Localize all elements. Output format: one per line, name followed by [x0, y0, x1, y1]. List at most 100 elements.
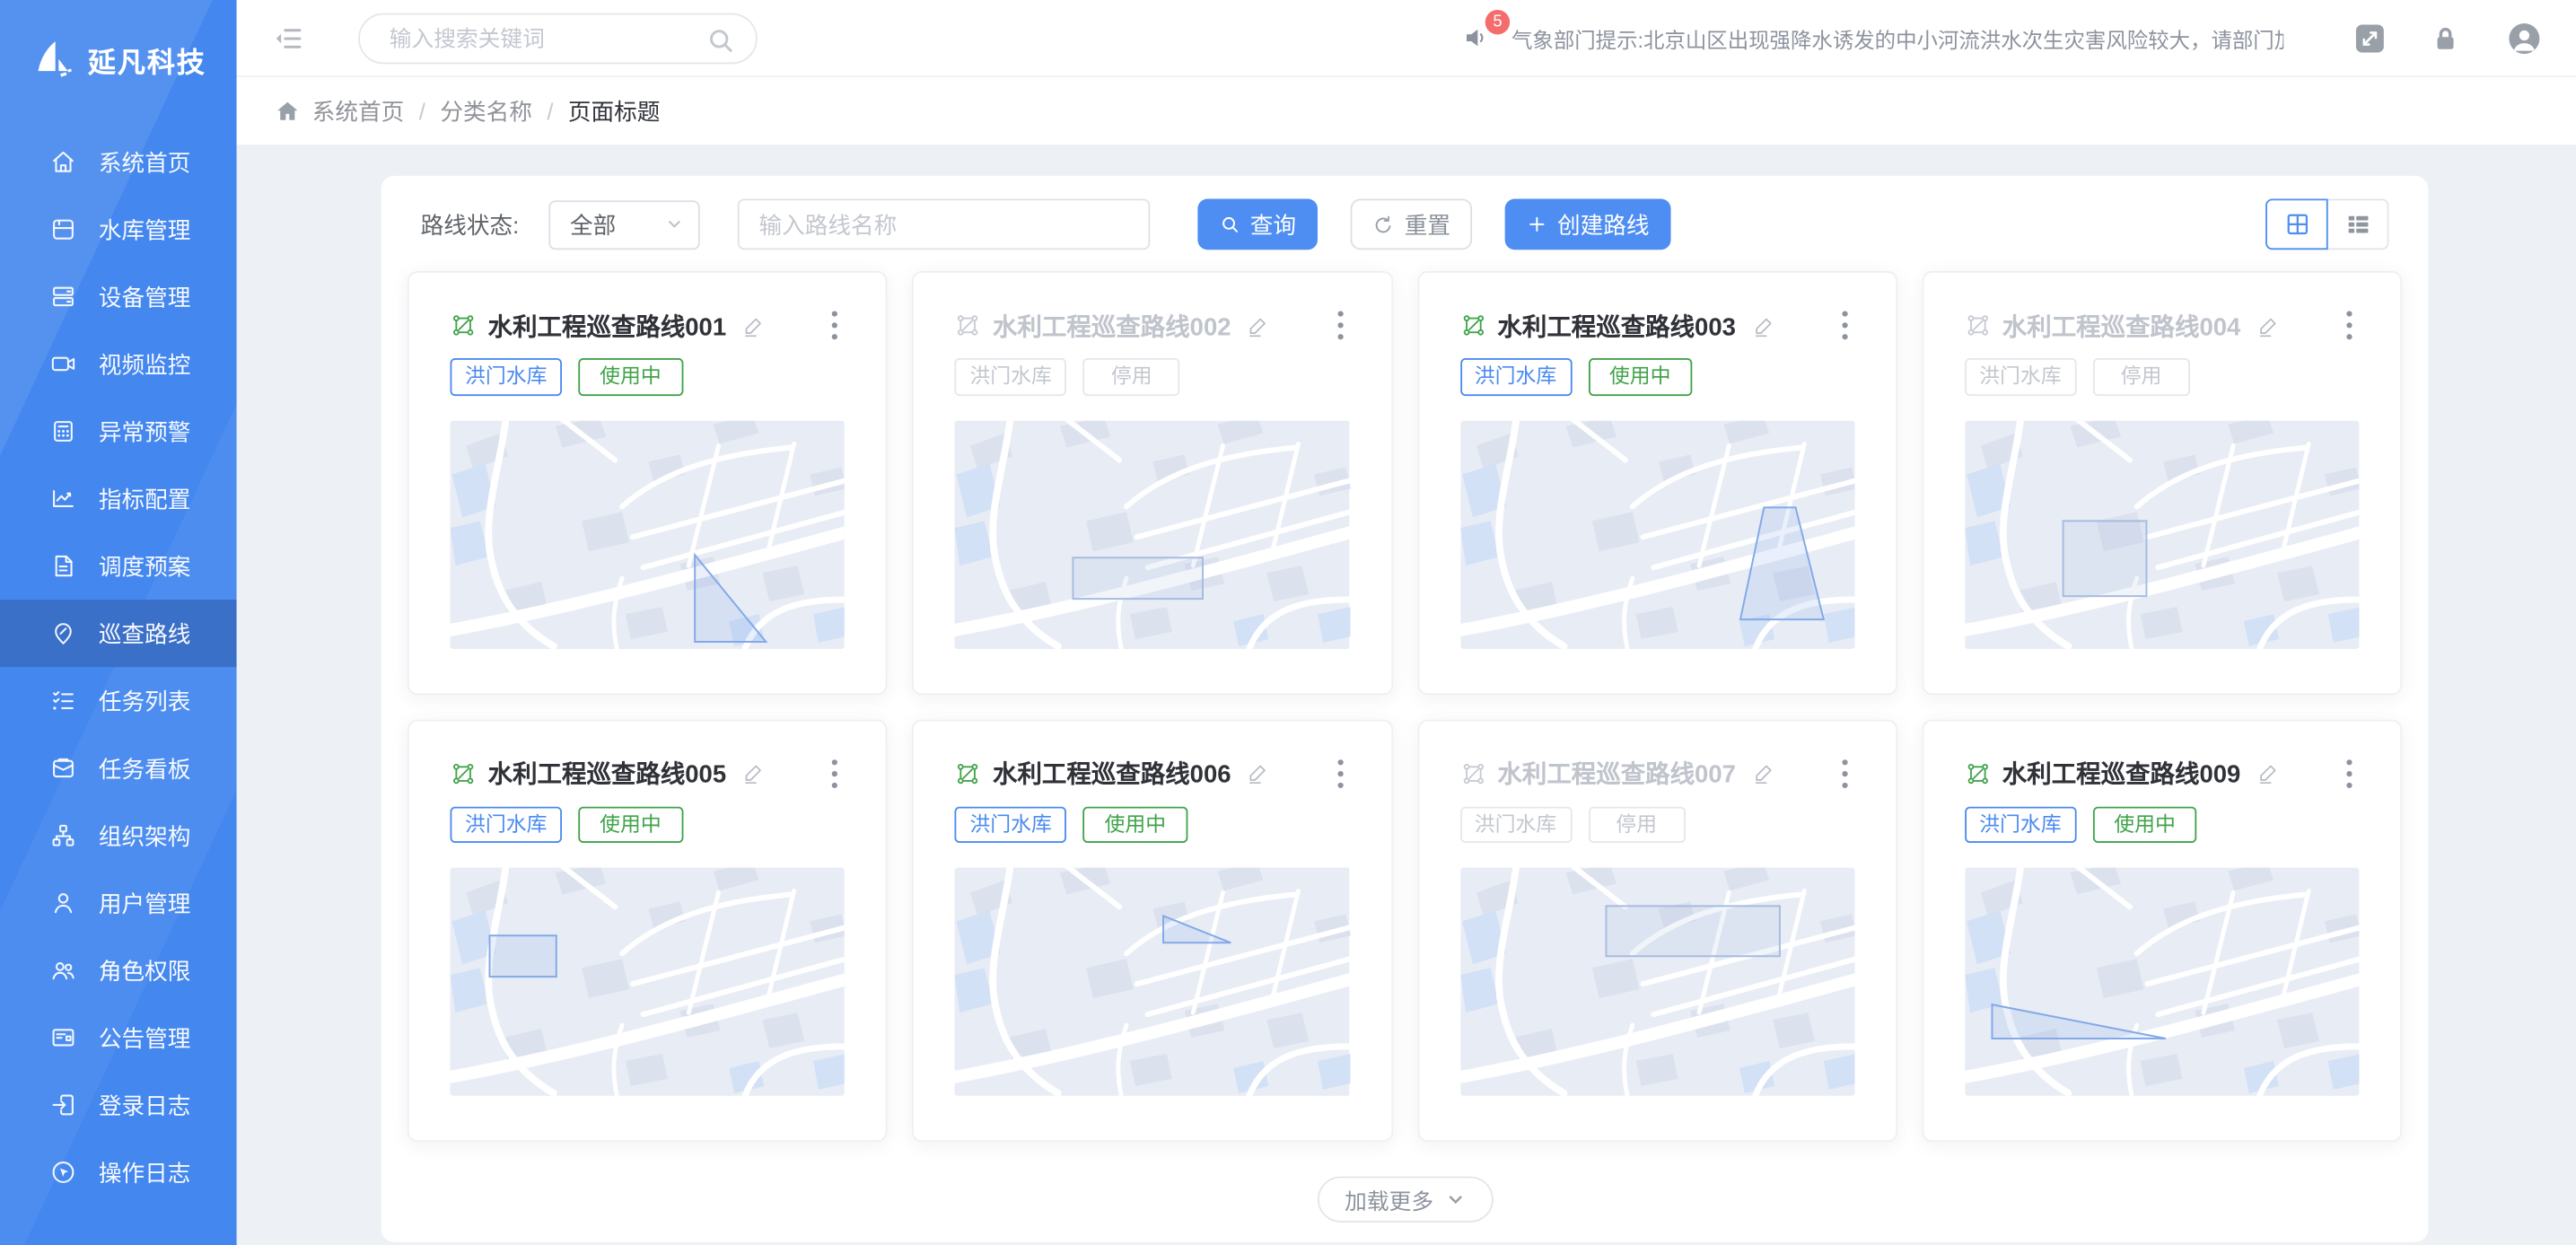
plan-icon — [48, 551, 77, 581]
load-more-button[interactable]: 加载更多 — [1317, 1177, 1493, 1223]
reservoir-tag: 洪门水库 — [1459, 806, 1571, 843]
sidebar-item-notice[interactable]: 公告管理 — [0, 1004, 237, 1071]
edit-icon[interactable] — [1246, 313, 1270, 338]
kebab-menu-icon[interactable] — [1835, 307, 1854, 343]
home-icon — [48, 147, 77, 177]
sidebar-collapse-icon[interactable] — [273, 22, 304, 54]
sidebar-item-plan[interactable]: 调度预案 — [0, 532, 237, 600]
route-map-thumbnail[interactable] — [1965, 420, 2360, 648]
kebab-menu-icon[interactable] — [825, 307, 845, 343]
sidebar-item-label: 登录日志 — [99, 1089, 191, 1122]
create-route-button[interactable]: 创建路线 — [1504, 198, 1670, 250]
reservoir-tag: 洪门水库 — [451, 806, 562, 843]
avatar[interactable] — [2507, 21, 2541, 55]
route-card-title: 水利工程巡查路线009 — [2002, 756, 2240, 790]
list-view-button[interactable] — [2326, 198, 2389, 250]
edit-icon[interactable] — [1750, 313, 1774, 338]
sidebar-item-label: 视频监控 — [99, 347, 191, 381]
sidebar-nav: 系统首页水库管理设备管理视频监控异常预警指标配置调度预案巡查路线任务列表任务看板… — [0, 118, 237, 1206]
edit-icon[interactable] — [1246, 760, 1270, 785]
kebab-menu-icon[interactable] — [2339, 307, 2359, 343]
route-map-thumbnail[interactable] — [451, 867, 846, 1095]
reservoir-tag: 洪门水库 — [451, 358, 562, 395]
speaker-icon[interactable]: 5 — [1462, 23, 1492, 53]
edit-icon[interactable] — [2256, 313, 2280, 338]
route-map-thumbnail[interactable] — [451, 420, 846, 648]
sidebar-item-task-board[interactable]: 任务看板 — [0, 734, 237, 802]
lock-icon[interactable] — [2431, 24, 2459, 52]
route-card-title: 水利工程巡查路线003 — [1497, 308, 1735, 342]
breadcrumb-home[interactable]: 系统首页 — [312, 94, 405, 127]
reset-icon — [1371, 213, 1395, 236]
sidebar-item-label: 任务看板 — [99, 751, 191, 785]
kebab-menu-icon[interactable] — [1330, 307, 1350, 343]
route-name-input[interactable] — [738, 198, 1150, 250]
sidebar-item-metrics[interactable]: 指标配置 — [0, 465, 237, 532]
route-map-thumbnail[interactable] — [1459, 867, 1854, 1095]
route-status-select[interactable]: 全部 — [548, 199, 699, 249]
sidebar-item-login-log[interactable]: 登录日志 — [0, 1071, 237, 1138]
reservoir-tag: 洪门水库 — [1459, 358, 1571, 395]
breadcrumb-category[interactable]: 分类名称 — [440, 94, 532, 127]
org-icon — [48, 820, 77, 850]
edit-icon[interactable] — [741, 313, 766, 338]
filter-bar: 路线状态: 全部 查询 — [421, 198, 2389, 250]
announcement-text: 气象部门提示:北京山区出现强降水诱发的中小河流洪水次生灾害风险较大，请部门加强防… — [1511, 22, 2283, 54]
op-log-icon — [48, 1158, 77, 1188]
kebab-menu-icon[interactable] — [1835, 755, 1854, 791]
chevron-down-icon — [665, 215, 683, 233]
route-card: 水利工程巡查路线007 洪门水库 停用 — [1417, 719, 1897, 1142]
sidebar-item-task-list[interactable]: 任务列表 — [0, 667, 237, 734]
sidebar-item-op-log[interactable]: 操作日志 — [0, 1138, 237, 1206]
reset-button[interactable]: 重置 — [1350, 198, 1471, 250]
kebab-menu-icon[interactable] — [825, 755, 845, 791]
notice-icon — [48, 1022, 77, 1052]
grid-view-button[interactable] — [2265, 198, 2328, 250]
route-polygon-icon — [451, 312, 477, 338]
kebab-menu-icon[interactable] — [1330, 755, 1350, 791]
route-area-polygon — [2063, 520, 2146, 595]
sidebar-item-video[interactable]: 视频监控 — [0, 330, 237, 398]
global-search-input[interactable] — [386, 24, 697, 52]
route-cards-grid: 水利工程巡查路线001 洪门水库 使用中 — [407, 271, 2402, 1142]
status-tag: 使用中 — [1083, 806, 1187, 843]
route-map-thumbnail[interactable] — [1459, 420, 1854, 648]
sidebar-item-route[interactable]: 巡查路线 — [0, 600, 237, 667]
route-map-thumbnail[interactable] — [1965, 867, 2360, 1095]
edit-icon[interactable] — [2256, 760, 2280, 785]
sidebar-item-roles[interactable]: 角色权限 — [0, 936, 237, 1004]
app-window: 延凡科技 系统首页水库管理设备管理视频监控异常预警指标配置调度预案巡查路线任务列… — [0, 0, 2576, 1245]
query-button[interactable]: 查询 — [1197, 198, 1318, 250]
fullscreen-icon[interactable] — [2356, 24, 2384, 52]
sidebar-item-user[interactable]: 用户管理 — [0, 869, 237, 936]
route-status-label: 路线状态: — [421, 208, 520, 241]
edit-icon[interactable] — [1750, 760, 1774, 785]
route-card: 水利工程巡查路线001 洪门水库 使用中 — [407, 271, 888, 694]
notification-badge: 5 — [1485, 10, 1510, 34]
breadcrumb-current: 页面标题 — [568, 94, 661, 127]
route-card: 水利工程巡查路线005 洪门水库 使用中 — [407, 719, 888, 1142]
route-polygon-icon — [1965, 760, 1991, 786]
sidebar-item-device[interactable]: 设备管理 — [0, 263, 237, 330]
status-tag: 停用 — [2093, 358, 2190, 395]
sidebar-item-warning[interactable]: 异常预警 — [0, 398, 237, 465]
route-map-thumbnail[interactable] — [955, 867, 1350, 1095]
sidebar-item-home[interactable]: 系统首页 — [0, 128, 237, 196]
sidebar-item-org[interactable]: 组织架构 — [0, 802, 237, 869]
sidebar-item-label: 巡查路线 — [99, 617, 191, 650]
breadcrumb: 系统首页 / 分类名称 / 页面标题 — [237, 77, 2576, 145]
route-area-polygon — [1606, 906, 1779, 956]
grid-icon — [2282, 210, 2310, 238]
chevron-down-icon — [1445, 1189, 1465, 1209]
route-card: 水利工程巡查路线003 洪门水库 使用中 — [1417, 271, 1897, 694]
edit-icon[interactable] — [741, 760, 766, 785]
route-map-thumbnail[interactable] — [955, 420, 1350, 648]
route-polygon-icon — [451, 760, 477, 786]
sidebar-item-label: 角色权限 — [99, 954, 191, 987]
route-card-title: 水利工程巡查路线004 — [2002, 308, 2240, 342]
search-icon — [705, 24, 736, 56]
kebab-menu-icon[interactable] — [2339, 755, 2359, 791]
list-icon — [2344, 210, 2371, 238]
sidebar-item-reservoir[interactable]: 水库管理 — [0, 196, 237, 263]
reservoir-tag: 洪门水库 — [955, 358, 1066, 395]
